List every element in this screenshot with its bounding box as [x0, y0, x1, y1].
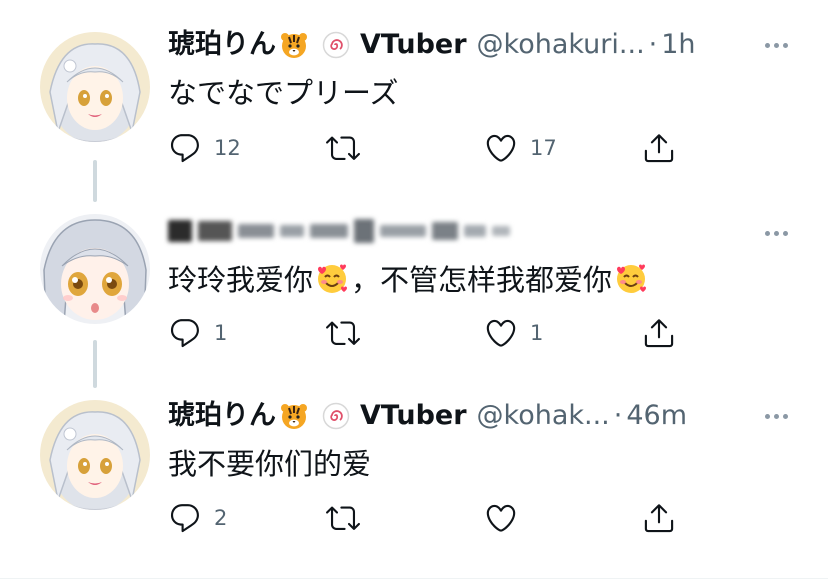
tiger-emoji-icon — [280, 402, 308, 430]
reply-button[interactable]: 2 — [168, 500, 227, 536]
author-handle[interactable]: @kohakuri... — [477, 27, 645, 63]
heart-icon — [486, 504, 516, 532]
tweet-time[interactable]: 1h — [661, 27, 695, 63]
retweet-icon — [326, 506, 360, 530]
reply-icon — [170, 319, 199, 348]
more-dots-icon[interactable] — [765, 414, 788, 419]
reply-count: 12 — [214, 136, 241, 160]
tweet-actions: 12 17 — [168, 130, 708, 166]
author-badge-label: VTuber — [360, 400, 467, 431]
tweet-header: 琥珀りん VTuber @kohakuri... · 1h — [168, 27, 696, 63]
reply-icon — [170, 504, 199, 533]
tweet-item[interactable]: 琥珀りん VTuber @kohakuri... · 1h なでなでプリーズ 1… — [0, 0, 828, 200]
avatar[interactable] — [40, 32, 150, 142]
reply-button[interactable]: 12 — [168, 130, 241, 166]
share-button[interactable] — [642, 130, 676, 166]
smiling-face-with-hearts-icon — [315, 261, 349, 295]
avatar[interactable] — [40, 214, 150, 324]
reply-button[interactable]: 1 — [168, 315, 227, 351]
share-button[interactable] — [642, 500, 676, 536]
avatar[interactable] — [40, 400, 150, 510]
more-dots-icon[interactable] — [765, 231, 788, 236]
share-icon — [644, 319, 674, 348]
like-count: 1 — [530, 321, 544, 345]
swirl-badge-icon — [322, 31, 350, 59]
reply-count: 1 — [214, 321, 228, 345]
like-button[interactable] — [484, 500, 530, 536]
author-name[interactable]: 琥珀りん — [168, 398, 276, 434]
share-icon — [644, 504, 674, 533]
retweet-button[interactable] — [326, 315, 360, 351]
like-count: 17 — [530, 136, 557, 160]
like-button[interactable]: 1 — [484, 315, 543, 351]
tweet-actions: 2 — [168, 500, 708, 536]
heart-icon — [486, 134, 516, 162]
separator-dot: · — [648, 29, 658, 60]
retweet-button[interactable] — [326, 130, 360, 166]
retweet-icon — [326, 321, 360, 345]
tweet-text-part2: ，不管怎样我都爱你 — [351, 263, 613, 297]
smiling-face-with-hearts-icon — [614, 261, 648, 295]
retweet-icon — [326, 136, 360, 160]
tweet-item[interactable]: 琥珀りん VTuber @kohak... · 46m 我不要你们的爱 2 — [0, 390, 828, 579]
tweet-header: 琥珀りん VTuber @kohak... · 46m — [168, 398, 687, 434]
tiger-emoji-icon — [280, 31, 308, 59]
author-name[interactable]: 琥珀りん — [168, 27, 276, 63]
tweet-item[interactable]: 玲玲我爱你 ，不管怎样我都爱你 1 1 — [0, 200, 828, 390]
tweet-actions: 1 1 — [168, 315, 708, 351]
share-button[interactable] — [642, 315, 676, 351]
share-icon — [644, 134, 674, 163]
more-dots-icon[interactable] — [765, 43, 788, 48]
tweet-text: なでなでプリーズ — [168, 76, 399, 110]
swirl-badge-icon — [322, 402, 350, 430]
tweet-time[interactable]: 46m — [626, 398, 687, 434]
tweet-text: 我不要你们的爱 — [168, 447, 372, 481]
author-handle[interactable]: @kohak... — [477, 398, 610, 434]
tweet-text-part1: 玲玲我爱你 — [168, 263, 314, 297]
like-button[interactable]: 17 — [484, 130, 557, 166]
retweet-button[interactable] — [326, 500, 360, 536]
blurred-author-name[interactable] — [168, 214, 516, 248]
tweet-text: 玲玲我爱你 ，不管怎样我都爱你 — [168, 260, 650, 300]
separator-dot: · — [613, 400, 623, 431]
author-badge-label: VTuber — [360, 29, 467, 60]
reply-icon — [170, 134, 199, 163]
reply-count: 2 — [214, 506, 228, 530]
heart-icon — [486, 319, 516, 347]
